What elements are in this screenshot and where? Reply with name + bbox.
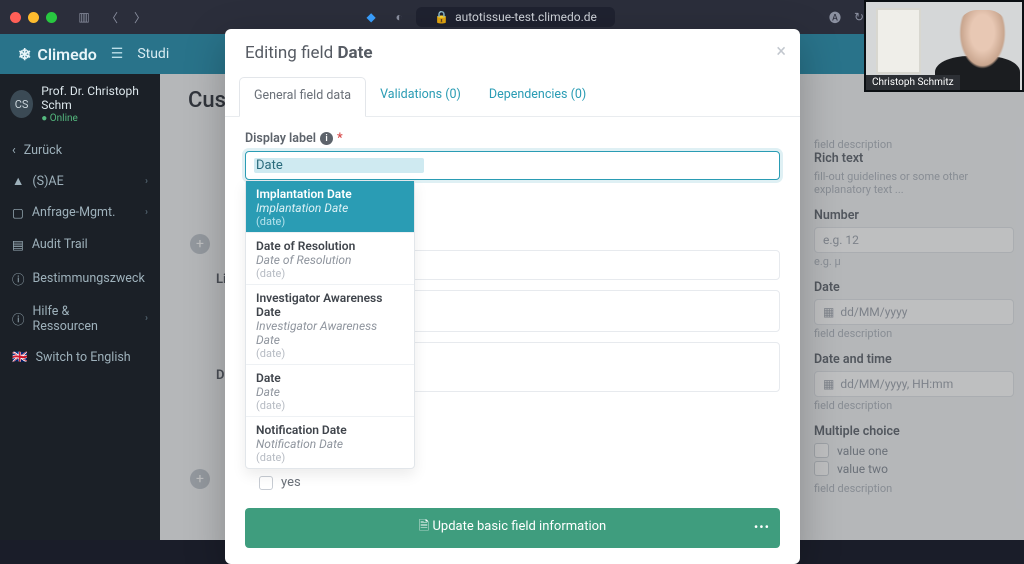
autocomplete-option[interactable]: Date of Resolution Date of Resolution (d… (246, 232, 414, 284)
minimize-window-icon[interactable] (28, 12, 39, 23)
shield-icon[interactable]: ◐ (388, 6, 410, 28)
list-icon: ▤ (12, 237, 24, 253)
user-name: Prof. Dr. Christoph Schm (41, 84, 150, 113)
info-icon[interactable]: i (320, 132, 333, 145)
more-icon[interactable]: ••• (754, 521, 770, 536)
autocomplete-option[interactable]: Implantation Date Implantation Date (dat… (246, 181, 414, 232)
autocomplete-option[interactable]: Notification Date Notification Date (dat… (246, 416, 414, 468)
sidebar-item-hilfe[interactable]: ⓘHilfe & Ressourcen› (0, 296, 160, 342)
chevron-right-icon: › (145, 207, 148, 218)
modal-title: Editing field Date × (225, 29, 800, 77)
autocomplete-option[interactable]: Date Date (date) (246, 364, 414, 416)
sidebar-item-sae[interactable]: ▲(S)AE› (0, 166, 160, 197)
autocomplete-option[interactable]: Investigator Awareness Date Investigator… (246, 284, 414, 364)
checkbox-icon (259, 476, 273, 490)
participant-name: Christoph Schmitz (866, 75, 960, 90)
flag-icon: 🇬🇧 (12, 350, 28, 365)
extension-icon[interactable]: ◆ (360, 6, 382, 28)
address-bar[interactable]: 🔒 autotissue-test.climedo.de (416, 7, 615, 27)
modal-tabs: General field data Validations (0) Depen… (225, 77, 800, 117)
required-marker: * (337, 131, 343, 146)
translate-icon[interactable]: 🅐 (824, 6, 846, 28)
warning-icon: ▲ (12, 174, 24, 189)
chevron-right-icon: › (145, 176, 148, 187)
sidebar-switch-language[interactable]: 🇬🇧Switch to English (0, 342, 160, 373)
update-field-button[interactable]: 🗎 Update basic field information ••• (245, 508, 780, 548)
forward-icon[interactable]: 〉 (129, 6, 151, 28)
sidebar-item-anfrage[interactable]: ▢Anfrage-Mgmt.› (0, 197, 160, 229)
lock-icon: 🔒 (434, 10, 449, 24)
back-icon[interactable]: 〈 (101, 6, 123, 28)
chevron-left-icon: ‹ (12, 143, 16, 158)
sidebar-toggle-icon[interactable]: ▥ (73, 6, 95, 28)
fullscreen-window-icon[interactable] (46, 12, 57, 23)
header-nav-item[interactable]: Studi (137, 46, 169, 62)
left-sidebar: CS Prof. Dr. Christoph Schm ● Online ‹Zu… (0, 74, 160, 540)
menu-icon[interactable]: ☰ (111, 46, 124, 62)
user-status: ● Online (41, 113, 150, 125)
autocomplete-dropdown: Implantation Date Implantation Date (dat… (245, 180, 415, 469)
display-label-field[interactable] (254, 158, 424, 173)
url-text: autotissue-test.climedo.de (455, 10, 597, 24)
chevron-right-icon: › (145, 313, 148, 324)
edit-field-modal: Editing field Date × General field data … (225, 29, 800, 564)
doc-icon: ▢ (12, 205, 24, 221)
tab-dependencies[interactable]: Dependencies (0) (475, 77, 600, 116)
close-icon[interactable]: × (776, 41, 786, 62)
sidebar-user[interactable]: CS Prof. Dr. Christoph Schm ● Online (0, 84, 160, 135)
tab-general[interactable]: General field data (239, 77, 366, 117)
tab-validations[interactable]: Validations (0) (366, 77, 475, 116)
app-logo[interactable]: ❄ Climedo (18, 45, 97, 64)
info-icon: ⓘ (12, 269, 25, 288)
yes-checkbox[interactable]: yes (259, 475, 780, 490)
display-label-caption: Display label i * (245, 131, 780, 146)
close-window-icon[interactable] (10, 12, 21, 23)
window-traffic-lights (10, 12, 57, 23)
save-icon: 🗎 (419, 519, 429, 534)
display-label-input[interactable] (245, 151, 780, 180)
avatar: CS (10, 90, 33, 118)
conference-thumbnail[interactable]: Christoph Schmitz (864, 0, 1024, 92)
sidebar-item-bestimmung[interactable]: ⓘBestimmungszweck (0, 261, 160, 296)
help-icon: ⓘ (12, 309, 25, 328)
sidebar-back[interactable]: ‹Zurück (0, 135, 160, 166)
sidebar-item-audit[interactable]: ▤Audit Trail (0, 229, 160, 261)
